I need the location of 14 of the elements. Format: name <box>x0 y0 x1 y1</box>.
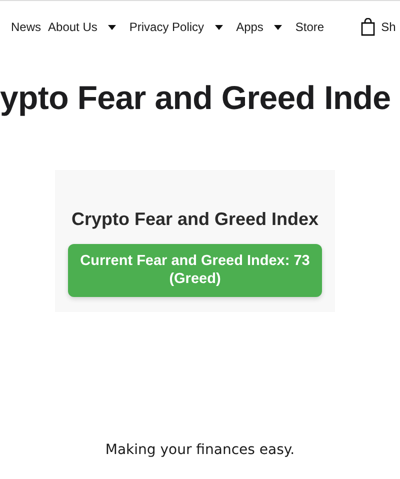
nav-link[interactable]: Sh <box>381 20 396 34</box>
widget-heading: Crypto Fear and Greed Index <box>71 209 319 230</box>
nav-link[interactable]: Store <box>295 20 324 34</box>
caret-icon[interactable] <box>108 24 116 30</box>
page-title: ypto Fear and Greed Inde <box>0 79 391 117</box>
index-banner: Current Fear and Greed Index: 73 (Greed) <box>68 244 322 297</box>
nav-link[interactable]: About Us <box>48 20 98 34</box>
caret-icon[interactable] <box>215 24 224 30</box>
caret-icon[interactable] <box>274 24 282 30</box>
nav-link[interactable]: Privacy Policy <box>129 20 204 34</box>
nav-link[interactable]: Apps <box>236 20 264 34</box>
nav-link[interactable]: News <box>11 20 42 34</box>
tagline: Making your finances easy. <box>104 442 296 458</box>
shopping-bag-icon[interactable] <box>361 18 376 36</box>
